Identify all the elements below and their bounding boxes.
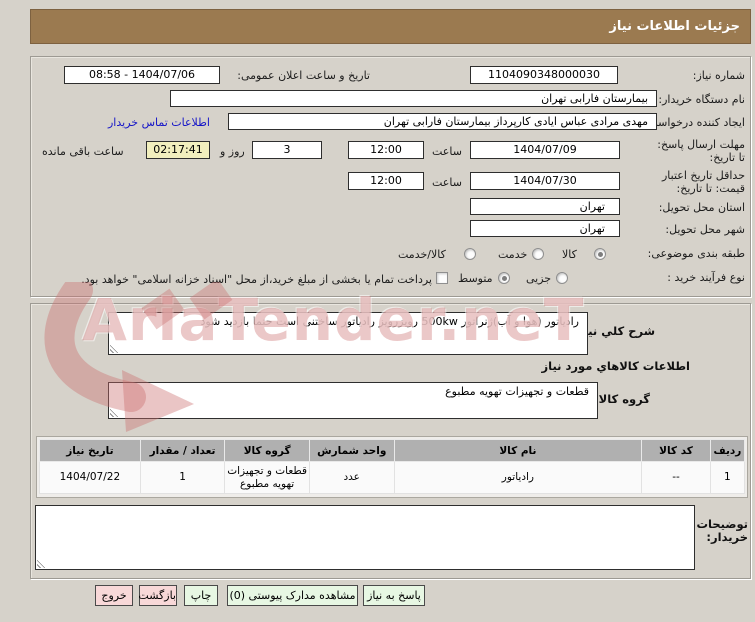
city-label: شهر محل تحویل: xyxy=(665,223,745,236)
cell-goods-group: قطعات و تجهیزات تهویه مطبوع xyxy=(224,461,310,494)
radio-partial-label: جزیی xyxy=(526,272,552,285)
cell-need-date: 1404/07/22 xyxy=(39,461,141,494)
province-field[interactable]: تهران xyxy=(470,198,620,215)
buyer-contact-link[interactable]: اطلاعات تماس خریدار xyxy=(108,116,210,129)
page-title: جزئیات اطلاعات نیاز xyxy=(30,9,751,44)
description-textarea[interactable]: رادیاتور (هوا و آب)ژنراتور 500kw رویزروی… xyxy=(108,312,588,355)
radio-goods-service[interactable] xyxy=(464,248,476,260)
radio-medium-label: متوسط xyxy=(458,272,493,285)
creator-label: ایجاد کننده درخواست: xyxy=(643,116,745,129)
treasury-checkbox[interactable] xyxy=(436,272,448,284)
radio-service[interactable] xyxy=(532,248,544,260)
price-validity-label: حداقل تاریخ اعتبار قیمت: تا تاریخ: xyxy=(661,169,745,195)
price-validity-time-field[interactable]: 12:00 xyxy=(348,172,424,190)
exit-button[interactable]: خروج xyxy=(95,585,133,606)
print-button[interactable]: چاپ xyxy=(184,585,218,606)
need-number-field[interactable]: 1104090348000030 xyxy=(470,66,618,84)
remaining-label: ساعت باقی مانده xyxy=(42,145,124,158)
radio-goods[interactable] xyxy=(594,248,606,260)
need-number-label: شماره نیاز: xyxy=(692,69,745,82)
need-details-page: جزئیات اطلاعات نیاز شماره نیاز: 11040903… xyxy=(0,0,755,622)
col-goods-code: کد کالا xyxy=(641,439,711,462)
cell-goods-code: -- xyxy=(641,461,711,494)
announce-datetime-field[interactable]: 1404/07/06 - 08:58 xyxy=(64,66,220,84)
col-goods-group: گروه کالا xyxy=(224,439,310,462)
treasury-checkbox-label: پرداخت تمام یا بخشی از مبلغ خرید،از محل … xyxy=(81,273,432,286)
cell-goods-name: رادیاتور xyxy=(393,461,643,494)
province-label: استان محل تحویل: xyxy=(658,201,745,214)
radio-service-label: خدمت xyxy=(498,248,528,261)
view-attachments-button[interactable]: مشاهده مدارک پیوستی (0) xyxy=(227,585,358,606)
radio-goods-service-label: کالا/خدمت xyxy=(398,248,446,261)
goods-group-label: گروه کالا: xyxy=(594,392,650,406)
deadline-label: مهلت ارسال پاسخ: تا تاریخ: xyxy=(657,138,745,164)
respond-to-need-button[interactable]: پاسخ به نیاز xyxy=(363,585,425,606)
cell-quantity: 1 xyxy=(139,461,226,494)
creator-field[interactable]: مهدی مرادی عباس ایادی کارپرداز بیمارستان… xyxy=(228,113,657,130)
buyer-org-field[interactable]: بیمارستان فارابی تهران xyxy=(170,90,657,107)
time-left-field: 02:17:41 xyxy=(146,141,210,159)
radio-partial[interactable] xyxy=(556,272,568,284)
col-unit: واحد شمارش xyxy=(308,439,395,462)
radio-medium[interactable] xyxy=(498,272,510,284)
buyer-notes-label: توضیحات خریدار: xyxy=(696,517,749,544)
table-header-row: ردیف کد کالا نام کالا واحد شمارش گروه کا… xyxy=(39,439,746,462)
cell-unit: عدد xyxy=(308,461,395,494)
col-quantity: تعداد / مقدار xyxy=(139,439,226,462)
city-field[interactable]: تهران xyxy=(470,220,620,237)
deadline-hour-label: ساعت xyxy=(432,145,462,158)
col-need-date: تاریخ نیاز xyxy=(39,439,141,462)
col-goods-name: نام کالا xyxy=(393,439,643,462)
announce-datetime-label: تاریخ و ساعت اعلان عمومی: xyxy=(237,69,370,82)
buyer-notes-textarea[interactable] xyxy=(35,505,695,570)
price-validity-date-field[interactable]: 1404/07/30 xyxy=(470,172,620,190)
buyer-org-label: نام دستگاه خریدار: xyxy=(658,93,745,106)
cell-row-number: 1 xyxy=(709,461,746,494)
price-validity-hour-label: ساعت xyxy=(432,176,462,189)
deadline-time-field[interactable]: 12:00 xyxy=(348,141,424,159)
table-row: 1 -- رادیاتور عدد قطعات و تجهیزات تهویه … xyxy=(39,461,746,494)
days-left-field: 3 xyxy=(252,141,322,159)
process-type-label: نوع فرآیند خرید : xyxy=(667,271,745,284)
radio-goods-label: کالا xyxy=(562,248,577,261)
col-row-number: ردیف xyxy=(709,439,746,462)
days-label: روز و xyxy=(220,145,245,158)
goods-group-field[interactable]: قطعات و تجهیزات تهویه مطبوع xyxy=(108,382,598,419)
classification-label: طبقه بندی موضوعی: xyxy=(647,247,745,260)
deadline-date-field[interactable]: 1404/07/09 xyxy=(470,141,620,159)
back-button[interactable]: بازگشت xyxy=(138,585,177,606)
goods-table: ردیف کد کالا نام کالا واحد شمارش گروه کا… xyxy=(36,436,748,498)
goods-section-header: اطلاعات کالاهاي مورد نیاز xyxy=(541,359,690,373)
